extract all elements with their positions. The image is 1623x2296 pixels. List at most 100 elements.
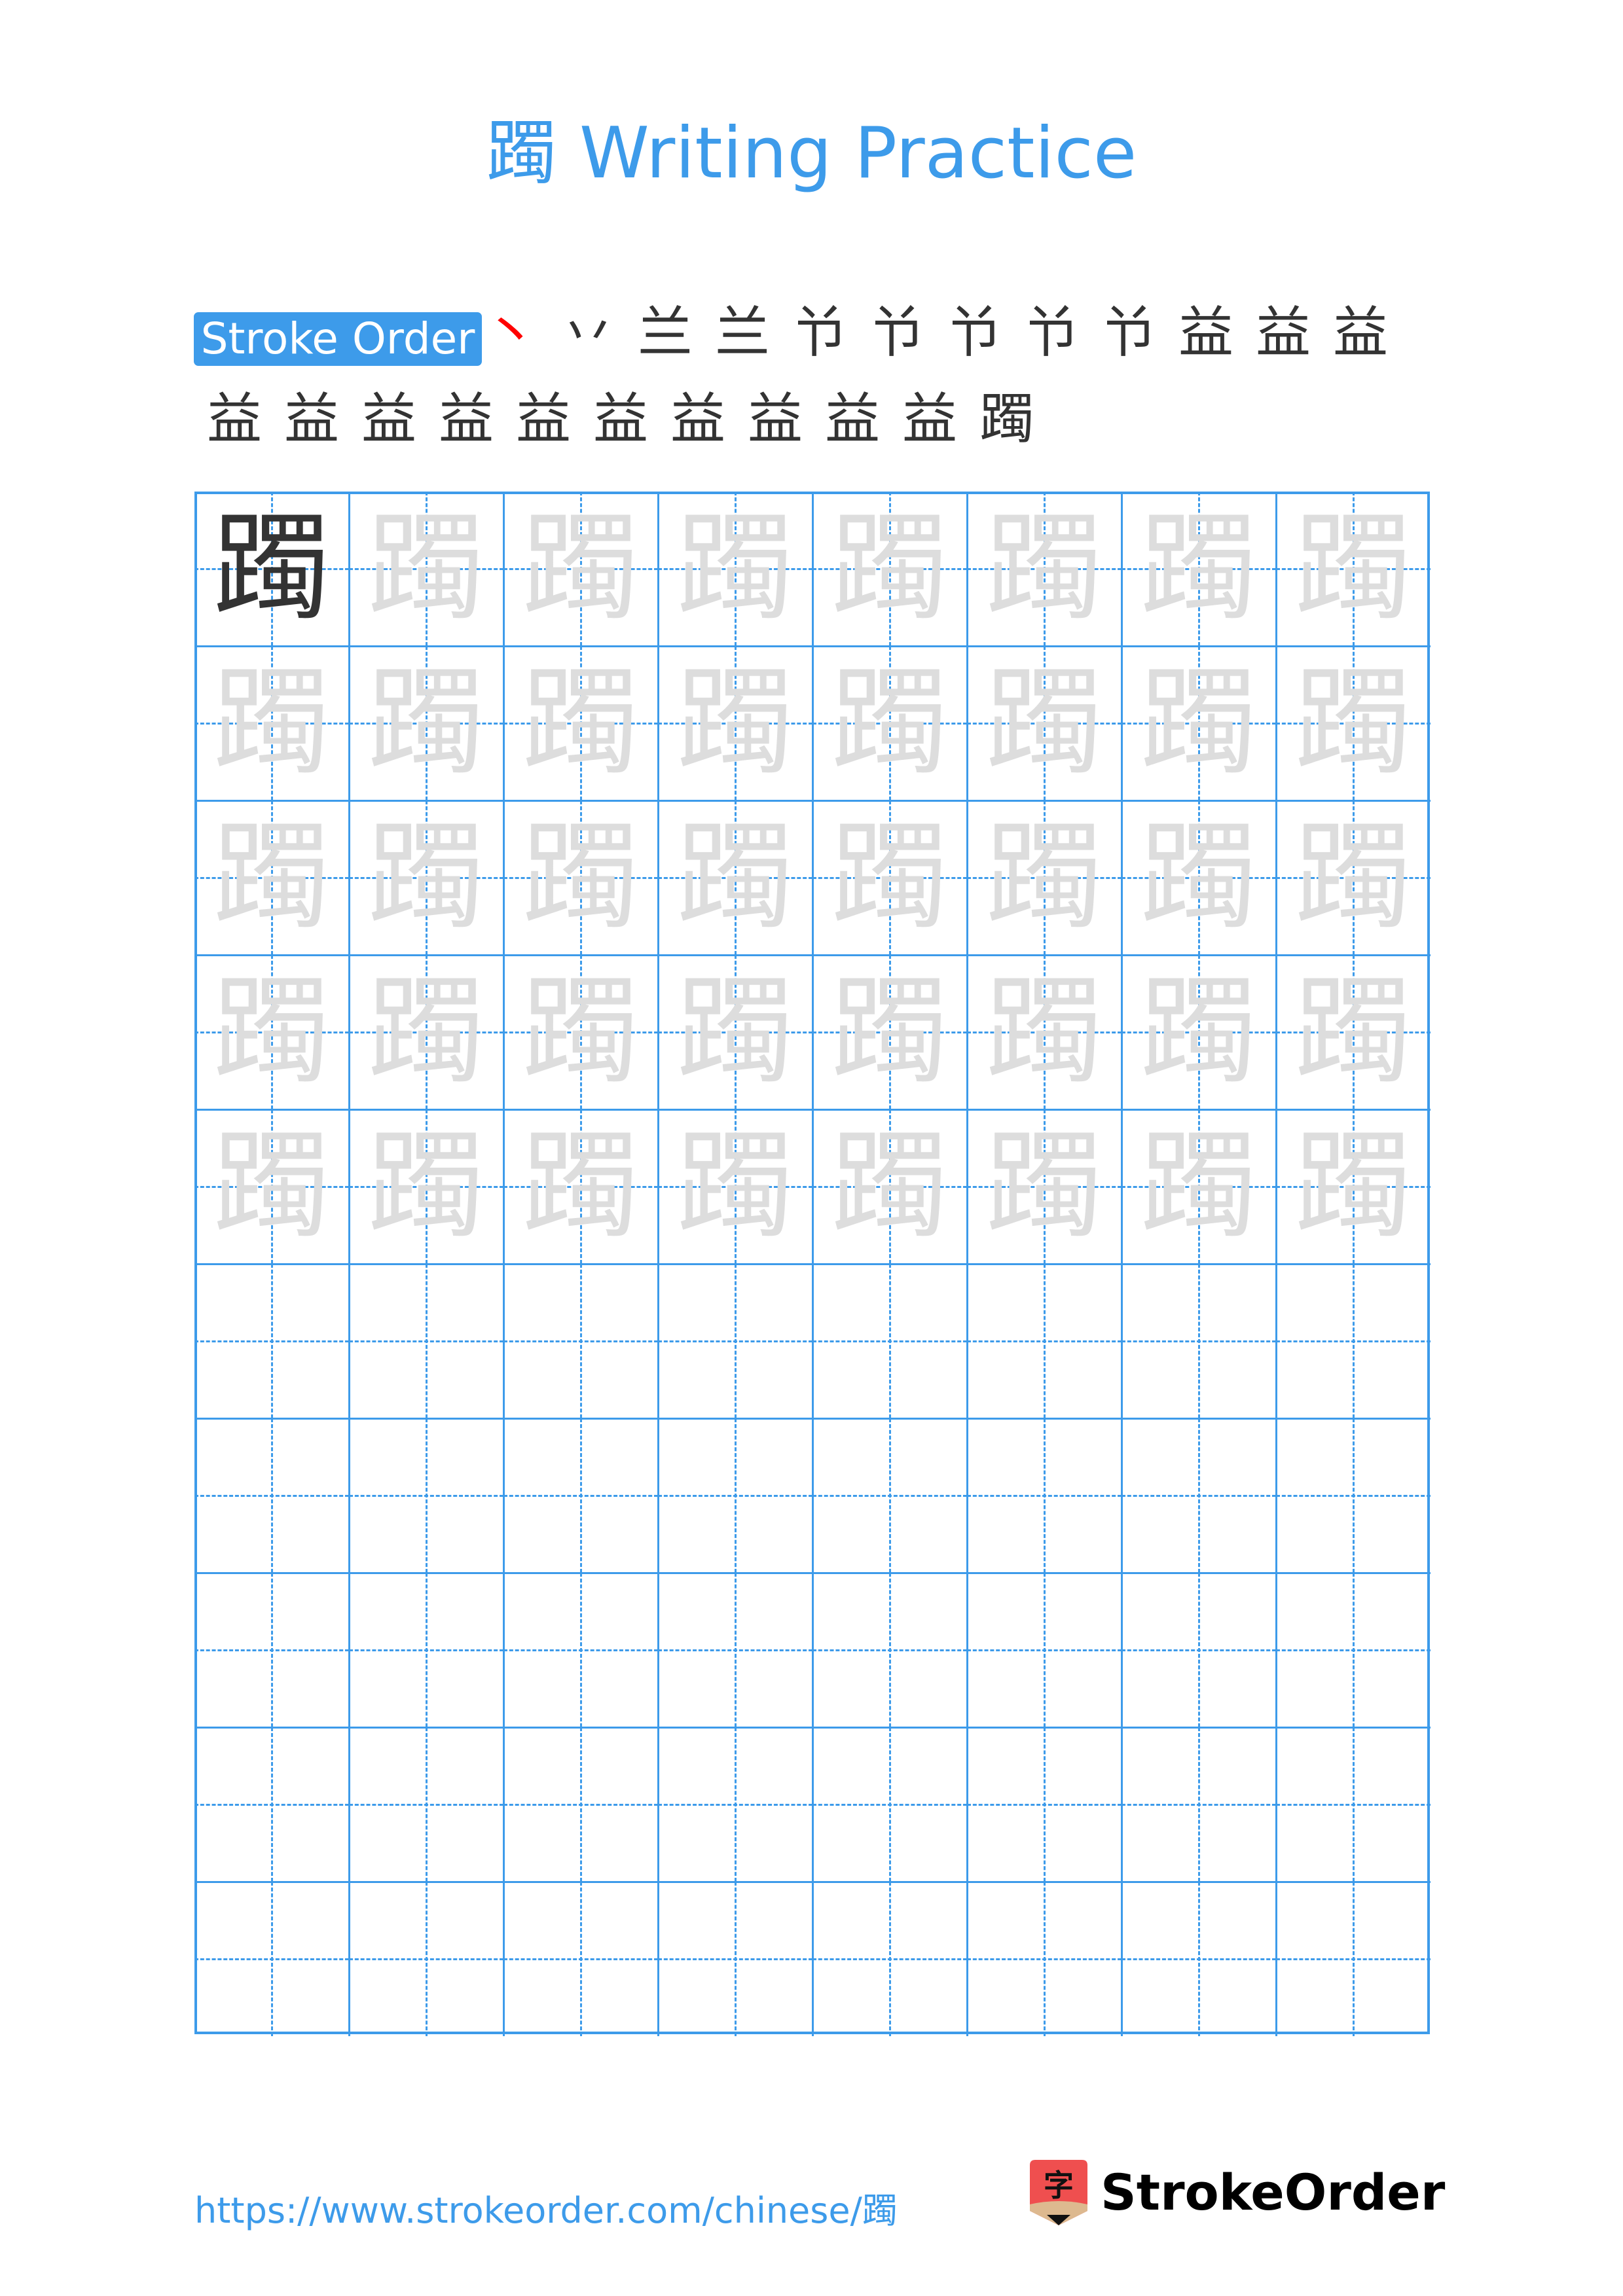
grid-cell[interactable] [812,1418,968,1574]
grid-cell[interactable] [503,1882,659,2036]
grid-cell[interactable] [194,1727,350,1883]
guide-line-horizontal [194,1495,349,1497]
practice-grid: 躅躅躅躅躅躅躅躅躅躅躅躅躅躅躅躅躅躅躅躅躅躅躅躅躅躅躅躅躅躅躅躅躅躅躅躅躅躅躅躅 [194,492,1431,2036]
grid-cell[interactable]: 躅 [812,646,968,802]
grid-cell[interactable] [658,1264,814,1420]
grid-cell[interactable]: 躅 [503,646,659,802]
grid-cell[interactable] [194,1264,350,1420]
grid-cell[interactable] [967,1727,1123,1883]
grid-cell[interactable] [967,1264,1123,1420]
trace-character: 躅 [1294,500,1412,637]
grid-cell[interactable]: 躅 [503,1109,659,1265]
grid-cell[interactable] [1276,1727,1431,1883]
trace-character: 躅 [521,500,640,637]
grid-cell[interactable] [1122,1727,1277,1883]
grid-cell[interactable]: 躅 [1122,1109,1277,1265]
trace-character: 躅 [676,1118,794,1255]
grid-cell[interactable] [658,1882,814,2036]
grid-cell[interactable]: 躅 [194,955,350,1111]
grid-cell[interactable]: 躅 [349,492,505,647]
grid-cell[interactable]: 躅 [194,492,350,647]
grid-cell[interactable] [349,1573,505,1729]
grid-cell[interactable]: 躅 [1122,955,1277,1111]
grid-cell[interactable] [503,1264,659,1420]
grid-cell[interactable] [812,1573,968,1729]
grid-cell[interactable] [194,1573,350,1729]
grid-cell[interactable]: 躅 [349,800,505,956]
grid-cell[interactable]: 躅 [967,955,1123,1111]
grid-cell[interactable]: 躅 [812,800,968,956]
grid-cell[interactable]: 躅 [1276,800,1431,956]
guide-line-horizontal [1276,1495,1431,1497]
grid-cell[interactable]: 躅 [1276,492,1431,647]
grid-cell[interactable]: 躅 [967,492,1123,647]
stroke-step-glyph: 丶 [483,300,538,365]
grid-cell[interactable]: 躅 [658,646,814,802]
grid-cell[interactable]: 躅 [967,1109,1123,1265]
grid-cell[interactable] [503,1573,659,1729]
grid-cell[interactable] [349,1727,505,1883]
stroke-step-10: 益 [1170,300,1242,372]
grid-cell[interactable] [658,1727,814,1883]
page-title: 躅 Writing Practice [486,113,1137,194]
stroke-step-glyph: 兰 [637,300,693,365]
grid-cell[interactable]: 躅 [194,1109,350,1265]
grid-cell[interactable]: 躅 [967,800,1123,956]
grid-cell[interactable] [967,1882,1123,2036]
grid-cell[interactable] [1276,1264,1431,1420]
grid-cell[interactable]: 躅 [349,1109,505,1265]
grid-cell[interactable]: 躅 [812,492,968,647]
stroke-step-glyph: 益 [747,387,803,451]
grid-cell[interactable] [349,1882,505,2036]
trace-character: 躅 [367,655,485,791]
footer-url-link[interactable]: https://www.strokeorder.com/chinese/躅 [194,2181,898,2233]
grid-cell[interactable] [349,1264,505,1420]
grid-cell[interactable] [658,1573,814,1729]
grid-cell[interactable]: 躅 [1122,646,1277,802]
grid-cell[interactable]: 躅 [1276,1109,1431,1265]
grid-cell[interactable] [349,1418,505,1574]
grid-cell[interactable]: 躅 [349,955,505,1111]
stroke-step-glyph: 益 [902,387,957,451]
grid-cell[interactable] [1122,1418,1277,1574]
grid-cell[interactable]: 躅 [812,955,968,1111]
grid-cell[interactable] [1122,1882,1277,2036]
grid-cell[interactable] [967,1418,1123,1574]
grid-cell[interactable]: 躅 [1276,646,1431,802]
grid-cell[interactable] [1122,1573,1277,1729]
grid-cell[interactable] [967,1573,1123,1729]
stroke-step-glyph: 兰 [714,300,770,365]
grid-cell[interactable] [658,1418,814,1574]
model-character: 躅 [212,500,331,637]
grid-cell[interactable] [194,1882,350,2036]
guide-line-horizontal [503,1495,658,1497]
guide-line-horizontal [812,1804,967,1806]
grid-cell[interactable]: 躅 [658,955,814,1111]
stroke-step-21: 益 [816,386,888,458]
grid-cell[interactable]: 躅 [503,492,659,647]
grid-cell[interactable]: 躅 [1122,800,1277,956]
grid-cell[interactable]: 躅 [1276,955,1431,1111]
grid-cell[interactable]: 躅 [658,800,814,956]
grid-cell[interactable]: 躅 [503,800,659,956]
grid-cell[interactable]: 躅 [194,800,350,956]
strokeorder-logo[interactable]: 字 StrokeOrder [1030,2160,1449,2232]
grid-cell[interactable] [1276,1573,1431,1729]
grid-cell[interactable] [194,1418,350,1574]
grid-cell[interactable] [503,1418,659,1574]
grid-cell[interactable]: 躅 [658,492,814,647]
grid-cell[interactable] [812,1264,968,1420]
grid-cell[interactable] [812,1882,968,2036]
grid-cell[interactable]: 躅 [503,955,659,1111]
grid-cell[interactable] [503,1727,659,1883]
grid-cell[interactable] [1276,1882,1431,2036]
grid-cell[interactable]: 躅 [967,646,1123,802]
grid-cell[interactable]: 躅 [349,646,505,802]
grid-cell[interactable]: 躅 [194,646,350,802]
grid-cell[interactable] [812,1727,968,1883]
grid-cell[interactable] [1122,1264,1277,1420]
grid-cell[interactable]: 躅 [1122,492,1277,647]
grid-cell[interactable]: 躅 [658,1109,814,1265]
grid-cell[interactable] [1276,1418,1431,1574]
grid-cell[interactable]: 躅 [812,1109,968,1265]
